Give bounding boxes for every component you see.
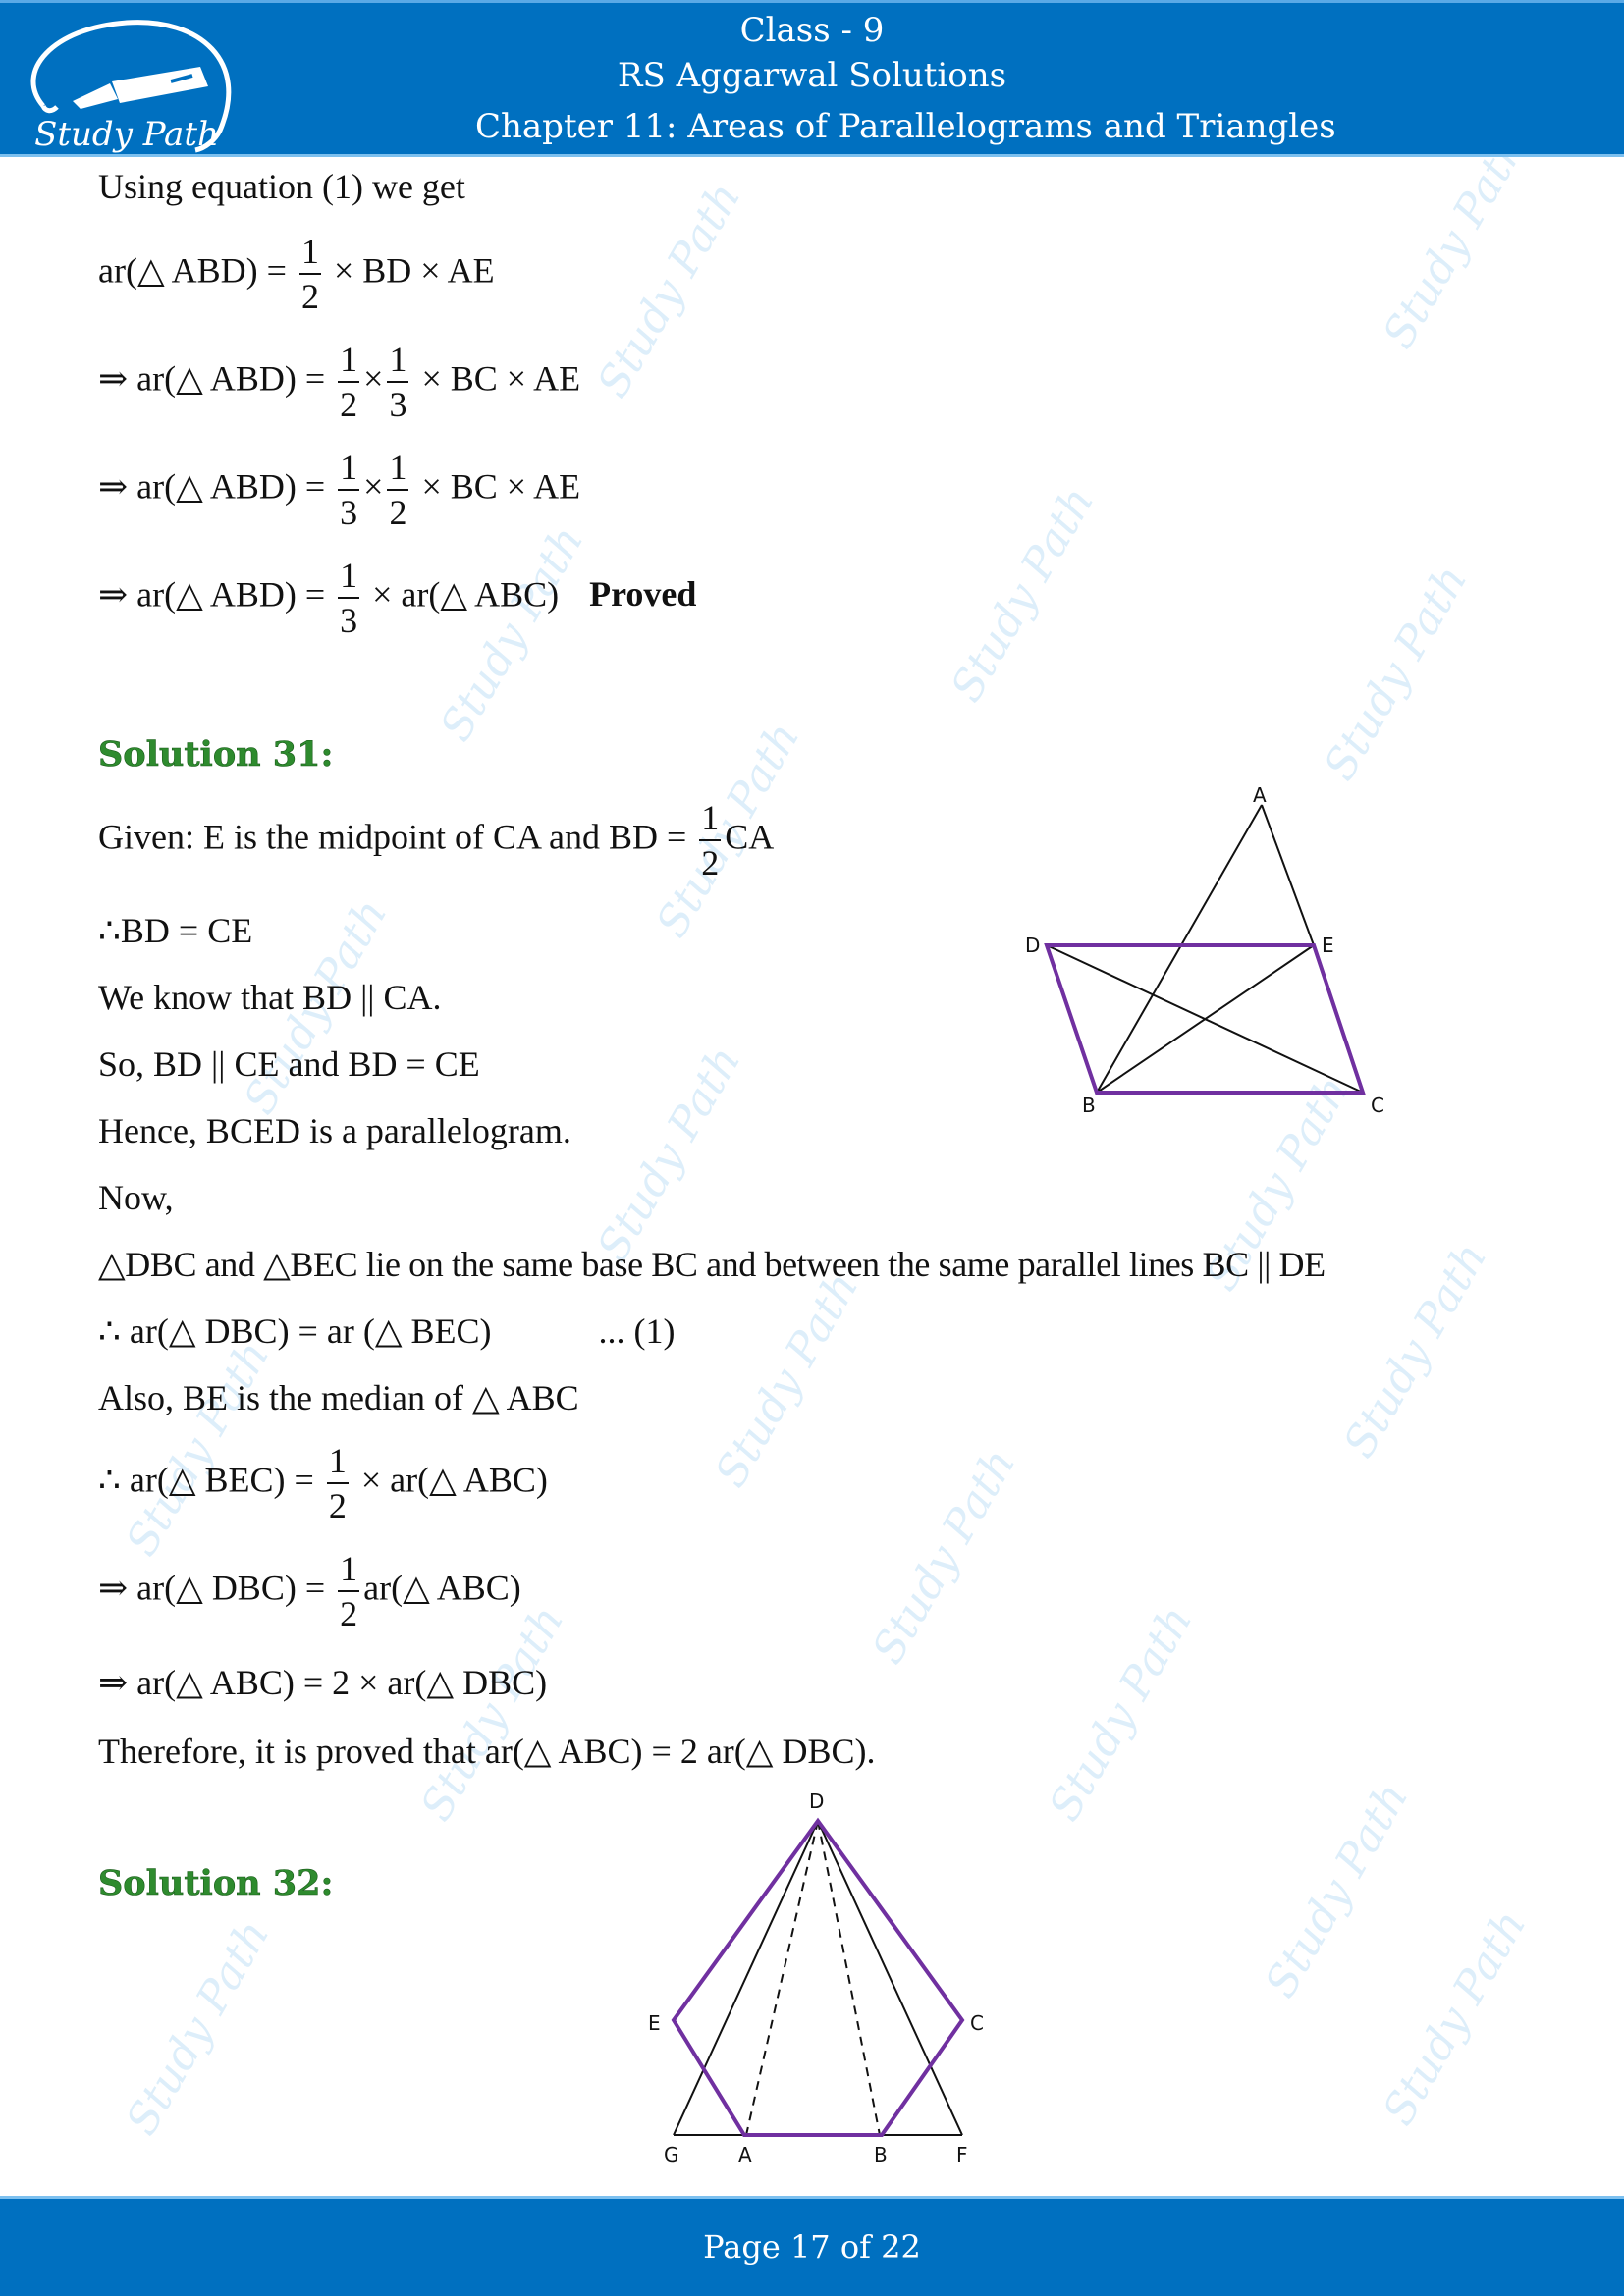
- page-header: Study Path Class - 9 RS Aggarwal Solutio…: [0, 0, 1624, 157]
- watermark: Study Path: [705, 1263, 869, 1496]
- implies-symbol: ⇒: [98, 358, 129, 399]
- equation-line: ⇒ ar(△ ABD) = 1 3 × 1 2 × BC × AE: [98, 448, 581, 532]
- given-line: Given: E is the midpoint of CA and BD = …: [98, 800, 774, 881]
- watermark: Study Path: [587, 174, 751, 406]
- line-ab: [1096, 804, 1263, 1094]
- fraction: 12: [699, 798, 722, 882]
- page-footer: Page 17 of 22: [0, 2196, 1624, 2296]
- page-total: 22: [881, 2228, 921, 2266]
- watermark: Study Path: [1333, 1234, 1497, 1467]
- line-ae: [1261, 804, 1315, 946]
- implies-symbol: ⇒: [98, 466, 129, 507]
- equation-line: ⇒ ar(△ DBC) = 1 2 ar(△ ABC): [98, 1551, 521, 1631]
- chapter-title: Chapter 11: Areas of Parallelograms and …: [475, 107, 1336, 146]
- eq-rhs: × BC × AE: [421, 358, 581, 399]
- text-line: △DBC and △BEC lie on the same base BC an…: [98, 1245, 1326, 1284]
- given-suffix: CA: [725, 817, 775, 857]
- therefore-symbol: ∴: [98, 1460, 121, 1500]
- eq-rhs: × ar(△ ABC): [372, 574, 560, 614]
- fraction: 13: [387, 340, 409, 424]
- equation-line: ⇒ ar(△ ABD) = 13 × ar(△ ABC) Proved: [98, 558, 696, 638]
- watermark: Study Path: [862, 1440, 1026, 1673]
- parallelogram-figure: A D E B C: [1025, 783, 1384, 1114]
- equation-line: ar(△ ABD) = 12 × BD × AE: [98, 234, 495, 314]
- vertex-label-f: F: [956, 2143, 968, 2166]
- implies-symbol: ⇒: [98, 1568, 129, 1608]
- vertex-label-g: G: [664, 2143, 679, 2166]
- solution-31-heading: Solution 31:: [98, 734, 334, 775]
- class-label: Class - 9: [739, 11, 885, 50]
- watermark: Study Path: [1314, 557, 1478, 789]
- vertex-label-b: B: [1082, 1094, 1096, 1114]
- eq-lhs: ar(△ ABD) =: [136, 574, 326, 614]
- equation-line: ⇒ ar(△ ABD) = 1 2 × 1 3 × BC × AE: [98, 340, 581, 424]
- vertex-label-c: C: [970, 2011, 984, 2035]
- vertex-label-d: D: [809, 1789, 824, 1813]
- fraction: 12: [326, 1441, 349, 1525]
- line-df: [817, 1820, 963, 2136]
- book-title: RS Aggarwal Solutions: [617, 56, 1007, 95]
- solution-32-heading: Solution 32:: [98, 1863, 334, 1904]
- conclusion-line: Therefore, it is proved that ar(△ ABC) =…: [98, 1732, 876, 1771]
- line-dg: [673, 1820, 819, 2136]
- eq-lhs: ar(△ DBC) =: [136, 1568, 326, 1608]
- line-db-dashed: [817, 1820, 881, 2136]
- vertex-label-d: D: [1025, 934, 1040, 957]
- eq-lhs: ar(△ ABD) =: [136, 466, 326, 507]
- line-be: [1096, 944, 1315, 1094]
- watermark: Study Path: [116, 1911, 280, 2144]
- equation-text: ∴ ar(△ DBC) = ar (△ BEC): [98, 1311, 492, 1351]
- pentagon-abcde: [671, 1817, 965, 2137]
- text-line: So, BD || CE and BD = CE: [98, 1044, 480, 1084]
- fraction: 12: [387, 448, 409, 532]
- eq-rhs: × ar(△ ABC): [360, 1460, 548, 1500]
- watermark: Study Path: [941, 478, 1105, 711]
- text-line: Now,: [98, 1178, 174, 1217]
- page-prefix: Page: [703, 2228, 781, 2266]
- fraction: 12: [338, 1549, 360, 1633]
- text-line: We know that BD || CA.: [98, 978, 442, 1017]
- fraction: 12: [338, 340, 360, 424]
- watermark: Study Path: [587, 1038, 751, 1270]
- vertex-label-a: A: [738, 2143, 752, 2166]
- equation-line: ⇒ ar(△ ABC) = 2 × ar(△ DBC): [98, 1663, 548, 1702]
- page-indicator: Page 17 of 22: [0, 2228, 1624, 2266]
- page-current: 17: [789, 2228, 831, 2266]
- logo-text: Study Path: [34, 115, 219, 154]
- watermark: Study Path: [1039, 1597, 1203, 1830]
- eq-lhs: ar(△ ABD) =: [136, 358, 326, 399]
- equation-line: ∴ ar(△ BEC) = 12 × ar(△ ABC): [98, 1443, 548, 1523]
- watermark: Study Path: [1373, 125, 1537, 357]
- pentagon-figure: D E C G A B F: [648, 1789, 984, 2166]
- watermark: Study Path: [410, 1597, 574, 1830]
- text-line: ∴ ar(△ DBC) = ar (△ BEC) ... (1): [98, 1313, 675, 1349]
- implies-symbol: ⇒: [98, 574, 129, 614]
- text-line: ∴BD = CE: [98, 911, 253, 950]
- eq-lhs: ar(△ BEC) =: [129, 1460, 314, 1500]
- vertex-label-e: E: [1322, 934, 1334, 957]
- vertex-label-c: C: [1371, 1094, 1384, 1114]
- fraction: 13: [338, 556, 360, 640]
- eq-rhs: ar(△ ABC): [363, 1568, 521, 1608]
- fraction: 12: [298, 232, 321, 316]
- equation-ref: ... (1): [598, 1311, 676, 1351]
- eq-rhs: × BC × AE: [421, 466, 581, 507]
- given-text: Given: E is the midpoint of CA and BD =: [98, 817, 687, 857]
- eq-rhs: × BD × AE: [333, 250, 495, 291]
- text-line: Also, BE is the median of △ ABC: [98, 1378, 579, 1417]
- watermark: Study Path: [1255, 1774, 1419, 2006]
- intro-text: Using equation (1) we get: [98, 167, 465, 206]
- vertex-label-a: A: [1253, 783, 1267, 807]
- fraction: 13: [338, 448, 360, 532]
- vertex-label-b: B: [874, 2143, 888, 2166]
- page-of: of: [839, 2228, 871, 2266]
- text-line: Hence, BCED is a parallelogram.: [98, 1111, 571, 1150]
- eq-lhs: ar(△ ABD) =: [98, 250, 287, 291]
- proved-tag: Proved: [589, 574, 697, 614]
- vertex-label-e: E: [648, 2011, 661, 2035]
- watermark: Study Path: [1373, 1901, 1537, 2134]
